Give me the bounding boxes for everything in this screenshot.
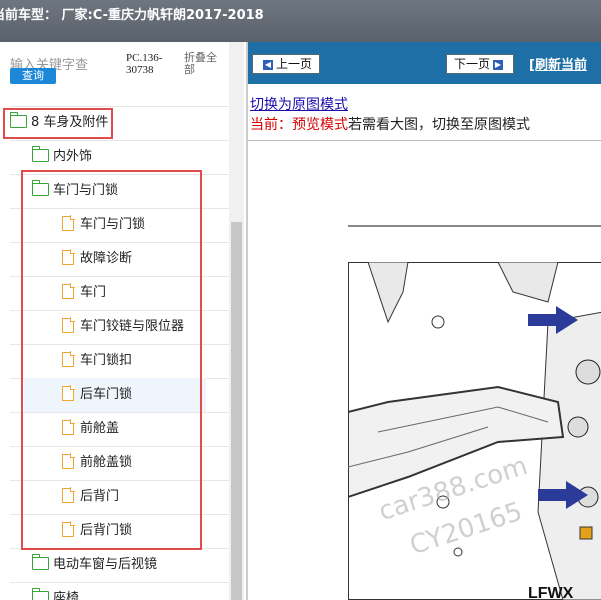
arrow-right-icon: ▶	[493, 59, 503, 70]
folder-icon	[31, 554, 49, 570]
title-bar: 当前车型： 厂家:C-重庆力帆轩朗2017-2018	[0, 0, 601, 42]
arrow-left-icon: ◀	[262, 59, 273, 70]
preview-status: 当前：预览模式若需看大图，切换至原图模式	[250, 114, 530, 134]
divider	[248, 140, 601, 141]
pc-code-label: PC.136-30738	[126, 52, 163, 76]
tree-node-power-window-mirror[interactable]: 电动车窗与后视镜	[31, 548, 158, 582]
prev-page-button[interactable]: ◀ 上一页	[252, 54, 320, 74]
diagram-label: LFWX	[528, 585, 574, 600]
tree-node-seats[interactable]: 座椅	[31, 582, 80, 600]
content-panel: ◀ 上一页 下一页 ▶ [刷新当前 切换为原图模式 当前：预览模式若需看大图，切换至…	[246, 42, 601, 600]
status-prefix: 当前：预览模式	[250, 117, 348, 133]
scrollbar-thumb[interactable]	[231, 222, 242, 600]
left-tree-panel: 输入关键字查 查询 PC.136-30738 折叠全部 8 车身及附件 内外饰 …	[0, 42, 246, 600]
folder-icon	[31, 588, 49, 600]
next-page-label: 下一页	[453, 57, 490, 71]
search-button[interactable]: 查询	[10, 68, 56, 84]
status-suffix: 若需看大图，切换至原图模式	[348, 117, 530, 133]
tree-node-interior-exterior[interactable]: 内外饰	[31, 140, 93, 174]
tree-node-label: 电动车窗与后视镜	[53, 557, 158, 572]
refresh-current-link[interactable]: [刷新当前	[529, 54, 587, 73]
highlight-box	[3, 108, 113, 139]
tree-node-label: 座椅	[53, 591, 80, 600]
tree-node-label: 内外饰	[53, 149, 93, 164]
prev-page-label: 上一页	[275, 57, 312, 71]
diagram-top-rule	[348, 225, 601, 227]
highlight-box	[21, 170, 202, 550]
current-vehicle-title: 当前车型： 厂家:C-重庆力帆轩朗2017-2018	[0, 8, 264, 23]
nav-bar: ◀ 上一页 下一页 ▶ [刷新当前	[248, 42, 601, 84]
lock-diagram-image: LFWX	[348, 262, 601, 600]
collapse-all-link[interactable]: 折叠全部	[184, 52, 224, 76]
switch-original-mode-link[interactable]: 切换为原图模式	[250, 94, 348, 114]
folder-icon	[31, 146, 49, 162]
next-page-button[interactable]: 下一页 ▶	[446, 54, 514, 74]
